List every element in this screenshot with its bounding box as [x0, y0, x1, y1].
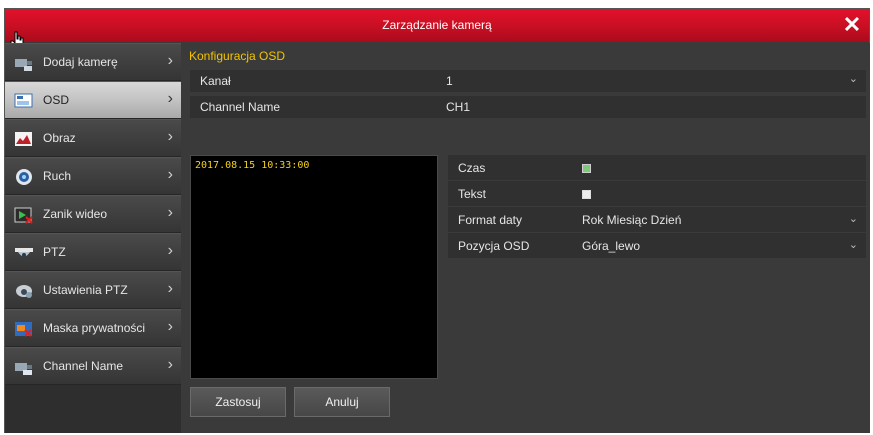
add-camera-icon — [15, 59, 32, 71]
osd-timestamp[interactable]: 2017.08.15 10:33:00 — [195, 160, 309, 171]
chevron-down-icon: ⌄ — [848, 73, 858, 85]
date-format-value: Rok Miesiąc Dzień — [582, 213, 682, 227]
date-format-select[interactable]: Format daty Rok Miesiąc Dzień ⌄ — [448, 207, 866, 233]
channel-select[interactable]: Kanał 1 ⌄ — [190, 70, 866, 92]
sidebar-item-image[interactable]: Obraz › — [5, 119, 181, 157]
image-icon — [15, 132, 32, 146]
osd-config-panel: Konfiguracja OSD Kanał 1 ⌄ Channel Name … — [181, 43, 870, 433]
osd-position-value: Góra_lewo — [582, 239, 641, 253]
sidebar-item-label: Ruch — [43, 169, 72, 183]
date-format-label: Format daty — [458, 213, 523, 227]
sidebar-item-channel-name[interactable]: Channel Name › — [5, 347, 181, 385]
option-time: Czas — [448, 155, 866, 181]
chevron-right-icon: › — [167, 242, 173, 259]
camera-management-window: Zarządzanie kamerą ✕ Dodaj kamerę › OSD … — [4, 8, 870, 433]
chevron-right-icon: › — [167, 52, 173, 69]
close-icon[interactable]: ✕ — [841, 14, 863, 36]
sidebar-item-label: Zanik wideo — [43, 207, 108, 221]
motion-icon — [16, 169, 32, 185]
channel-label: Kanał — [200, 74, 231, 88]
chevron-down-icon: ⌄ — [848, 239, 858, 251]
channel-name-icon — [15, 363, 32, 375]
chevron-right-icon: › — [167, 128, 173, 145]
sidebar-item-label: PTZ — [43, 245, 66, 259]
sidebar-item-label: Dodaj kamerę — [43, 55, 118, 69]
chevron-right-icon: › — [167, 318, 173, 335]
chevron-right-icon: › — [167, 280, 173, 297]
apply-button[interactable]: Zastosuj — [190, 387, 286, 417]
sidebar-item-label: Ustawienia PTZ — [43, 283, 128, 297]
channel-value: 1 — [446, 74, 453, 88]
sidebar-item-osd[interactable]: OSD › — [5, 81, 181, 119]
channel-name-label: Channel Name — [200, 100, 281, 114]
option-text: Tekst — [448, 181, 866, 207]
sidebar-item-label: Channel Name — [43, 359, 124, 373]
sidebar-item-video-loss[interactable]: Zanik wideo › — [5, 195, 181, 233]
chevron-right-icon: › — [167, 90, 173, 107]
text-checkbox[interactable] — [582, 190, 591, 199]
sidebar-item-ptz[interactable]: PTZ › — [5, 233, 181, 271]
sidebar-item-privacy-mask[interactable]: Maska prywatności › — [5, 309, 181, 347]
ptz-settings-icon — [16, 285, 32, 298]
sidebar: Dodaj kamerę › OSD › Obraz › Ruch › Zani… — [5, 43, 181, 433]
text-label: Tekst — [458, 187, 487, 201]
sidebar-item-label: Maska prywatności — [43, 321, 146, 335]
sidebar-item-motion[interactable]: Ruch › — [5, 157, 181, 195]
osd-position-select[interactable]: Pozycja OSD Góra_lewo ⌄ — [448, 233, 866, 259]
channel-name-value: CH1 — [446, 100, 471, 114]
chevron-right-icon: › — [167, 356, 173, 373]
osd-position-label: Pozycja OSD — [458, 239, 530, 253]
video-loss-icon — [14, 207, 33, 224]
privacy-mask-icon — [15, 322, 32, 337]
sidebar-item-label: OSD — [43, 93, 70, 107]
time-label: Czas — [458, 161, 486, 175]
video-preview[interactable]: 2017.08.15 10:33:00 — [190, 155, 438, 379]
title-bar: Zarządzanie kamerą ✕ — [5, 9, 869, 42]
time-checkbox[interactable] — [582, 164, 591, 173]
channel-name-field[interactable]: Channel Name CH1 — [190, 96, 866, 118]
chevron-down-icon: ⌄ — [848, 213, 858, 225]
cancel-button[interactable]: Anuluj — [294, 387, 390, 417]
sidebar-item-add-camera[interactable]: Dodaj kamerę › — [5, 43, 181, 81]
sidebar-item-label: Obraz — [43, 131, 76, 145]
window-title: Zarządzanie kamerą — [382, 18, 492, 32]
section-title: Konfiguracja OSD — [189, 49, 286, 63]
ptz-icon — [15, 248, 33, 257]
chevron-right-icon: › — [167, 166, 173, 183]
osd-icon — [14, 93, 33, 108]
sidebar-item-ptz-settings[interactable]: Ustawienia PTZ › — [5, 271, 181, 309]
chevron-right-icon: › — [167, 204, 173, 221]
